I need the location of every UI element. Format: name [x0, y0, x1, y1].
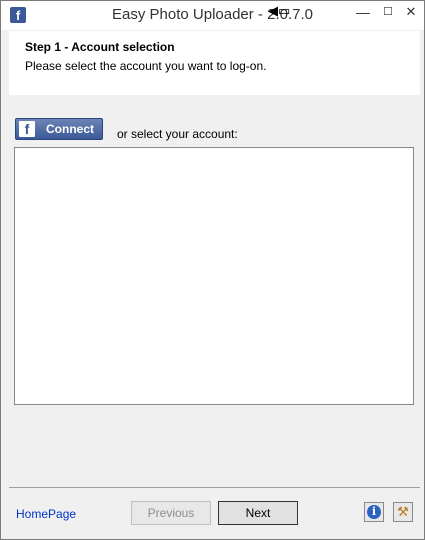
step-title: Step 1 - Account selection [25, 40, 175, 54]
connect-label: Connect [46, 122, 94, 136]
info-icon: i [367, 505, 381, 519]
homepage-link[interactable]: HomePage [16, 507, 76, 521]
step-description: Please select the account you want to lo… [25, 59, 267, 73]
minimize-button[interactable]: — [350, 2, 376, 22]
title-overlay-glyphs: ◀▭ [268, 3, 291, 18]
select-account-label: or select your account: [117, 127, 238, 141]
title-bar[interactable]: f Easy Photo Uploader - 2.0.7.0 ◀▭ — ☐ ✕ [1, 1, 424, 30]
facebook-f-icon: f [19, 121, 35, 137]
previous-button[interactable]: Previous [131, 501, 211, 525]
main-window: f Easy Photo Uploader - 2.0.7.0 ◀▭ — ☐ ✕… [0, 0, 425, 540]
account-list[interactable] [14, 147, 414, 405]
step-header: Step 1 - Account selection Please select… [9, 31, 420, 95]
about-button[interactable]: i [364, 502, 384, 522]
next-button[interactable]: Next [218, 501, 298, 525]
footer-divider [9, 487, 420, 488]
tools-icon: ⚒ [397, 504, 409, 519]
settings-button[interactable]: ⚒ [393, 502, 413, 522]
facebook-connect-button[interactable]: f Connect [15, 118, 103, 140]
close-button[interactable]: ✕ [398, 2, 424, 22]
